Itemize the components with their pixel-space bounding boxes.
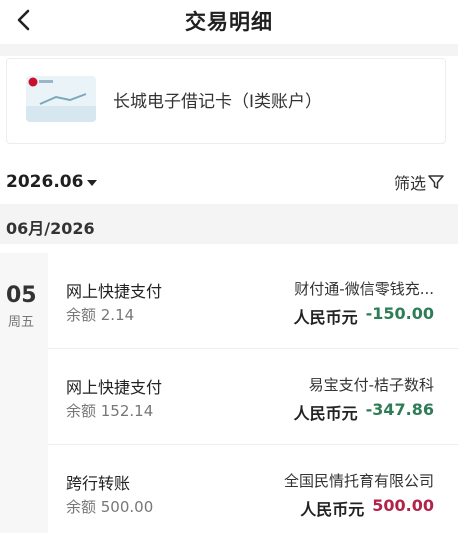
bank-card-icon xyxy=(26,76,96,122)
transaction-row[interactable]: 跨行转账 余额 500.00 全国民情托育有限公司 人民币元 500.00 xyxy=(48,445,458,540)
filter-label: 筛选 xyxy=(393,174,426,193)
transaction-amount: -347.86 xyxy=(365,400,434,419)
page-title: 交易明细 xyxy=(185,10,273,34)
account-card[interactable]: 长城电子借记卡（I类账户） xyxy=(6,58,446,144)
caret-down-icon xyxy=(87,180,98,186)
transaction-row[interactable]: 网上快捷支付 余额 152.14 易宝支付-桔子数科 人民币元 -347.86 xyxy=(48,349,458,445)
transaction-currency: 人民币元 xyxy=(300,500,365,519)
card-name: 长城电子借记卡（I类账户） xyxy=(113,92,323,112)
transaction-currency: 人民币元 xyxy=(293,308,358,327)
spacer xyxy=(0,44,458,56)
transaction-list: 网上快捷支付 余额 2.14 财付通-微信零钱充... 人民币元 -150.00… xyxy=(48,253,458,540)
month-label: 2026.06 xyxy=(6,172,84,192)
top-bar: 交易明细 xyxy=(0,0,458,44)
transaction-amount-line: 人民币元 -150.00 xyxy=(294,304,434,328)
month-selector[interactable]: 2026.06 xyxy=(6,172,98,192)
transaction-amount: 500.00 xyxy=(372,496,434,515)
transaction-amount-line: 人民币元 500.00 xyxy=(300,496,434,520)
month-section-header: 06月/2026 xyxy=(0,204,458,244)
transaction-row[interactable]: 网上快捷支付 余额 2.14 财付通-微信零钱充... 人民币元 -150.00 xyxy=(48,253,458,349)
transaction-type: 网上快捷支付 xyxy=(66,378,163,397)
section-label: 06月/2026 xyxy=(6,219,95,238)
transaction-currency: 人民币元 xyxy=(293,404,358,423)
day-weekday: 周五 xyxy=(8,315,35,330)
transaction-type: 网上快捷支付 xyxy=(66,282,163,301)
day-number: 05 xyxy=(6,283,37,308)
transaction-balance: 余额 500.00 xyxy=(66,498,154,516)
transaction-balance: 余额 2.14 xyxy=(66,306,135,324)
transaction-counterparty: 财付通-微信零钱充... xyxy=(294,280,434,298)
transaction-type: 跨行转账 xyxy=(66,474,131,493)
filter-button[interactable]: 筛选 xyxy=(394,170,444,194)
transaction-balance: 余额 152.14 xyxy=(66,402,154,420)
transaction-counterparty: 易宝支付-桔子数科 xyxy=(308,376,434,394)
transaction-amount: -150.00 xyxy=(365,304,434,323)
filter-funnel-icon xyxy=(428,175,444,189)
transaction-amount-line: 人民币元 -347.86 xyxy=(294,400,434,424)
transaction-counterparty: 全国民情托育有限公司 xyxy=(283,472,434,490)
filter-row: 2026.06 筛选 xyxy=(0,144,458,204)
